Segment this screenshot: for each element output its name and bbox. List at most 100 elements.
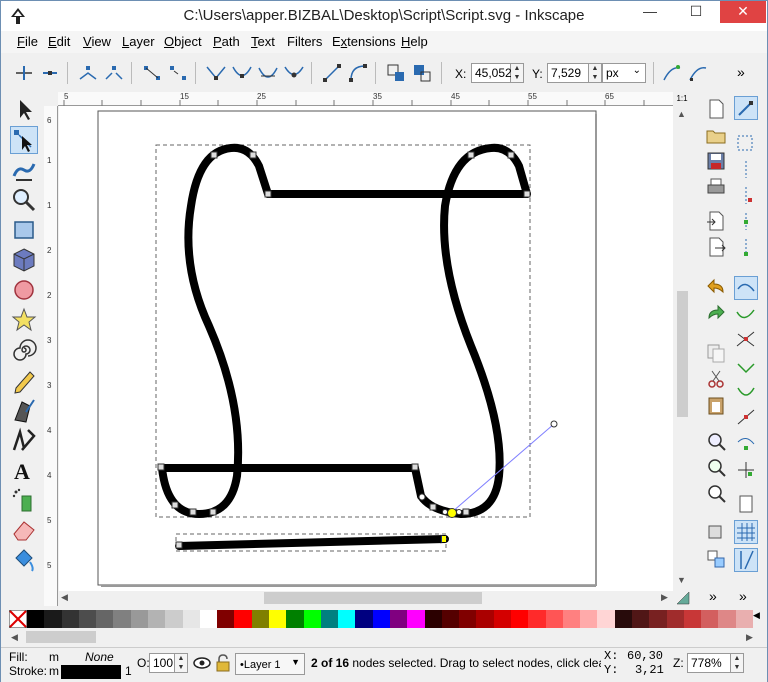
fill-indicator[interactable]: m (49, 650, 59, 664)
palette-scroll-right[interactable]: ▶ (746, 632, 753, 643)
color-swatch[interactable] (511, 610, 529, 628)
opacity-input[interactable]: 100 (149, 653, 175, 673)
color-swatch[interactable] (545, 610, 564, 628)
snap-guides-toggle[interactable] (734, 548, 758, 572)
color-swatch[interactable] (580, 610, 598, 628)
color-swatch[interactable] (96, 610, 114, 628)
color-swatch[interactable] (199, 610, 218, 628)
commands-overflow-button[interactable]: » (709, 588, 717, 604)
snap-page-icon[interactable] (734, 492, 758, 516)
palette-menu-arrow[interactable]: ◀ (753, 610, 760, 621)
snap-grid-toggle[interactable] (734, 520, 758, 544)
color-swatch[interactable] (597, 610, 616, 628)
color-swatch[interactable] (251, 610, 270, 628)
color-swatch[interactable] (182, 610, 201, 628)
duplicate-icon[interactable] (705, 522, 727, 544)
snap-object-center-icon[interactable] (734, 432, 758, 456)
delete-segment-icon[interactable] (167, 62, 189, 84)
snap-nodes-toggle[interactable] (734, 276, 758, 300)
drawing-svg[interactable] (59, 106, 673, 606)
color-swatch[interactable] (666, 610, 685, 628)
x-coord-spinner[interactable]: ▲ ▼ (511, 63, 524, 83)
snap-overflow-button[interactable]: » (739, 588, 747, 604)
color-swatch[interactable] (441, 610, 460, 628)
zoom-tool-icon[interactable] (10, 186, 38, 214)
color-swatch[interactable] (701, 610, 719, 628)
path-node[interactable] (411, 463, 419, 471)
snap-intersections-icon[interactable] (734, 328, 758, 352)
path-node[interactable] (157, 463, 165, 471)
menu-extensions[interactable]: Extensions (332, 34, 396, 49)
break-path-icon[interactable] (103, 62, 125, 84)
node-handle[interactable] (418, 493, 426, 501)
zoom-spinner[interactable]: ▲ ▼ (731, 653, 744, 673)
path-node[interactable] (175, 541, 183, 549)
drawing-canvas[interactable] (59, 106, 673, 606)
snap-bbox-corner-icon[interactable] (734, 184, 758, 208)
color-swatch[interactable] (78, 610, 97, 628)
star-tool-icon[interactable] (10, 306, 38, 334)
fill-none-indicator[interactable]: None (85, 650, 114, 664)
segment-curve-icon[interactable] (347, 62, 369, 84)
scroll-right-arrow[interactable]: ▶ (661, 592, 668, 603)
color-swatch[interactable] (165, 610, 184, 628)
object-to-path-icon[interactable] (385, 62, 407, 84)
palette-scroll-left[interactable]: ◀ (11, 632, 18, 643)
ellipse-tool-icon[interactable] (10, 276, 38, 304)
text-tool-icon[interactable]: A (10, 456, 38, 484)
path-node[interactable] (210, 151, 218, 159)
path-node[interactable] (264, 190, 272, 198)
path-node[interactable] (523, 190, 531, 198)
path-node[interactable] (467, 151, 475, 159)
node-handle[interactable] (456, 509, 462, 515)
spiral-tool-icon[interactable] (10, 336, 38, 364)
color-swatch[interactable] (459, 610, 477, 628)
show-path-outline-icon[interactable] (687, 62, 709, 84)
node-cusp-icon[interactable] (205, 62, 227, 84)
node-smooth-icon[interactable] (231, 62, 253, 84)
stroke-color-swatch[interactable] (61, 665, 121, 679)
color-swatch[interactable] (44, 610, 63, 628)
menu-view[interactable]: View (83, 34, 111, 49)
zoom-drawing-icon[interactable] (705, 456, 727, 478)
color-swatch[interactable] (130, 610, 149, 628)
import-icon[interactable] (705, 210, 727, 232)
menu-filters[interactable]: Filters (287, 34, 322, 49)
color-swatch[interactable] (27, 610, 45, 628)
rectangle-tool-icon[interactable] (10, 216, 38, 244)
zoom-selection-icon[interactable] (705, 430, 727, 452)
menu-file[interactable]: File (17, 34, 38, 49)
color-swatch[interactable] (234, 610, 253, 628)
insert-node-icon[interactable] (13, 62, 35, 84)
color-swatch[interactable] (372, 610, 391, 628)
scroll-left-arrow[interactable]: ◀ (61, 592, 68, 603)
color-swatch[interactable] (113, 610, 132, 628)
no-paint-swatch[interactable] (9, 610, 27, 628)
menu-help[interactable]: Help (401, 34, 428, 49)
palette-scrollbar-thumb[interactable] (26, 631, 96, 643)
x-coord-input[interactable]: 45,052 (471, 63, 512, 83)
node-handle[interactable] (442, 509, 448, 515)
color-swatch[interactable] (320, 610, 339, 628)
pencil-tool-icon[interactable] (10, 366, 38, 394)
snap-paths-icon[interactable] (734, 302, 758, 326)
path-node[interactable] (429, 503, 437, 511)
eye-icon[interactable] (193, 654, 211, 672)
copy-icon[interactable] (705, 342, 727, 364)
toolbar-overflow-button[interactable]: » (737, 64, 745, 80)
eraser-tool-icon[interactable] (10, 516, 38, 544)
paint-bucket-tool-icon[interactable] (10, 546, 38, 574)
snap-bbox-edge-icon[interactable] (734, 158, 758, 182)
opacity-spinner[interactable]: ▲ ▼ (175, 653, 188, 673)
save-icon[interactable] (705, 150, 727, 172)
snap-smooth-icon[interactable] (734, 380, 758, 404)
zoom-input[interactable]: 778% (687, 653, 731, 673)
color-swatch[interactable] (286, 610, 305, 628)
node-handle[interactable] (550, 420, 558, 428)
3d-box-tool-icon[interactable] (10, 246, 38, 274)
scroll-down-arrow[interactable]: ▼ (677, 575, 686, 585)
color-swatch[interactable] (649, 610, 668, 628)
delete-node-icon[interactable] (39, 62, 61, 84)
node-symmetric-icon[interactable] (257, 62, 279, 84)
spray-tool-icon[interactable] (10, 486, 38, 514)
